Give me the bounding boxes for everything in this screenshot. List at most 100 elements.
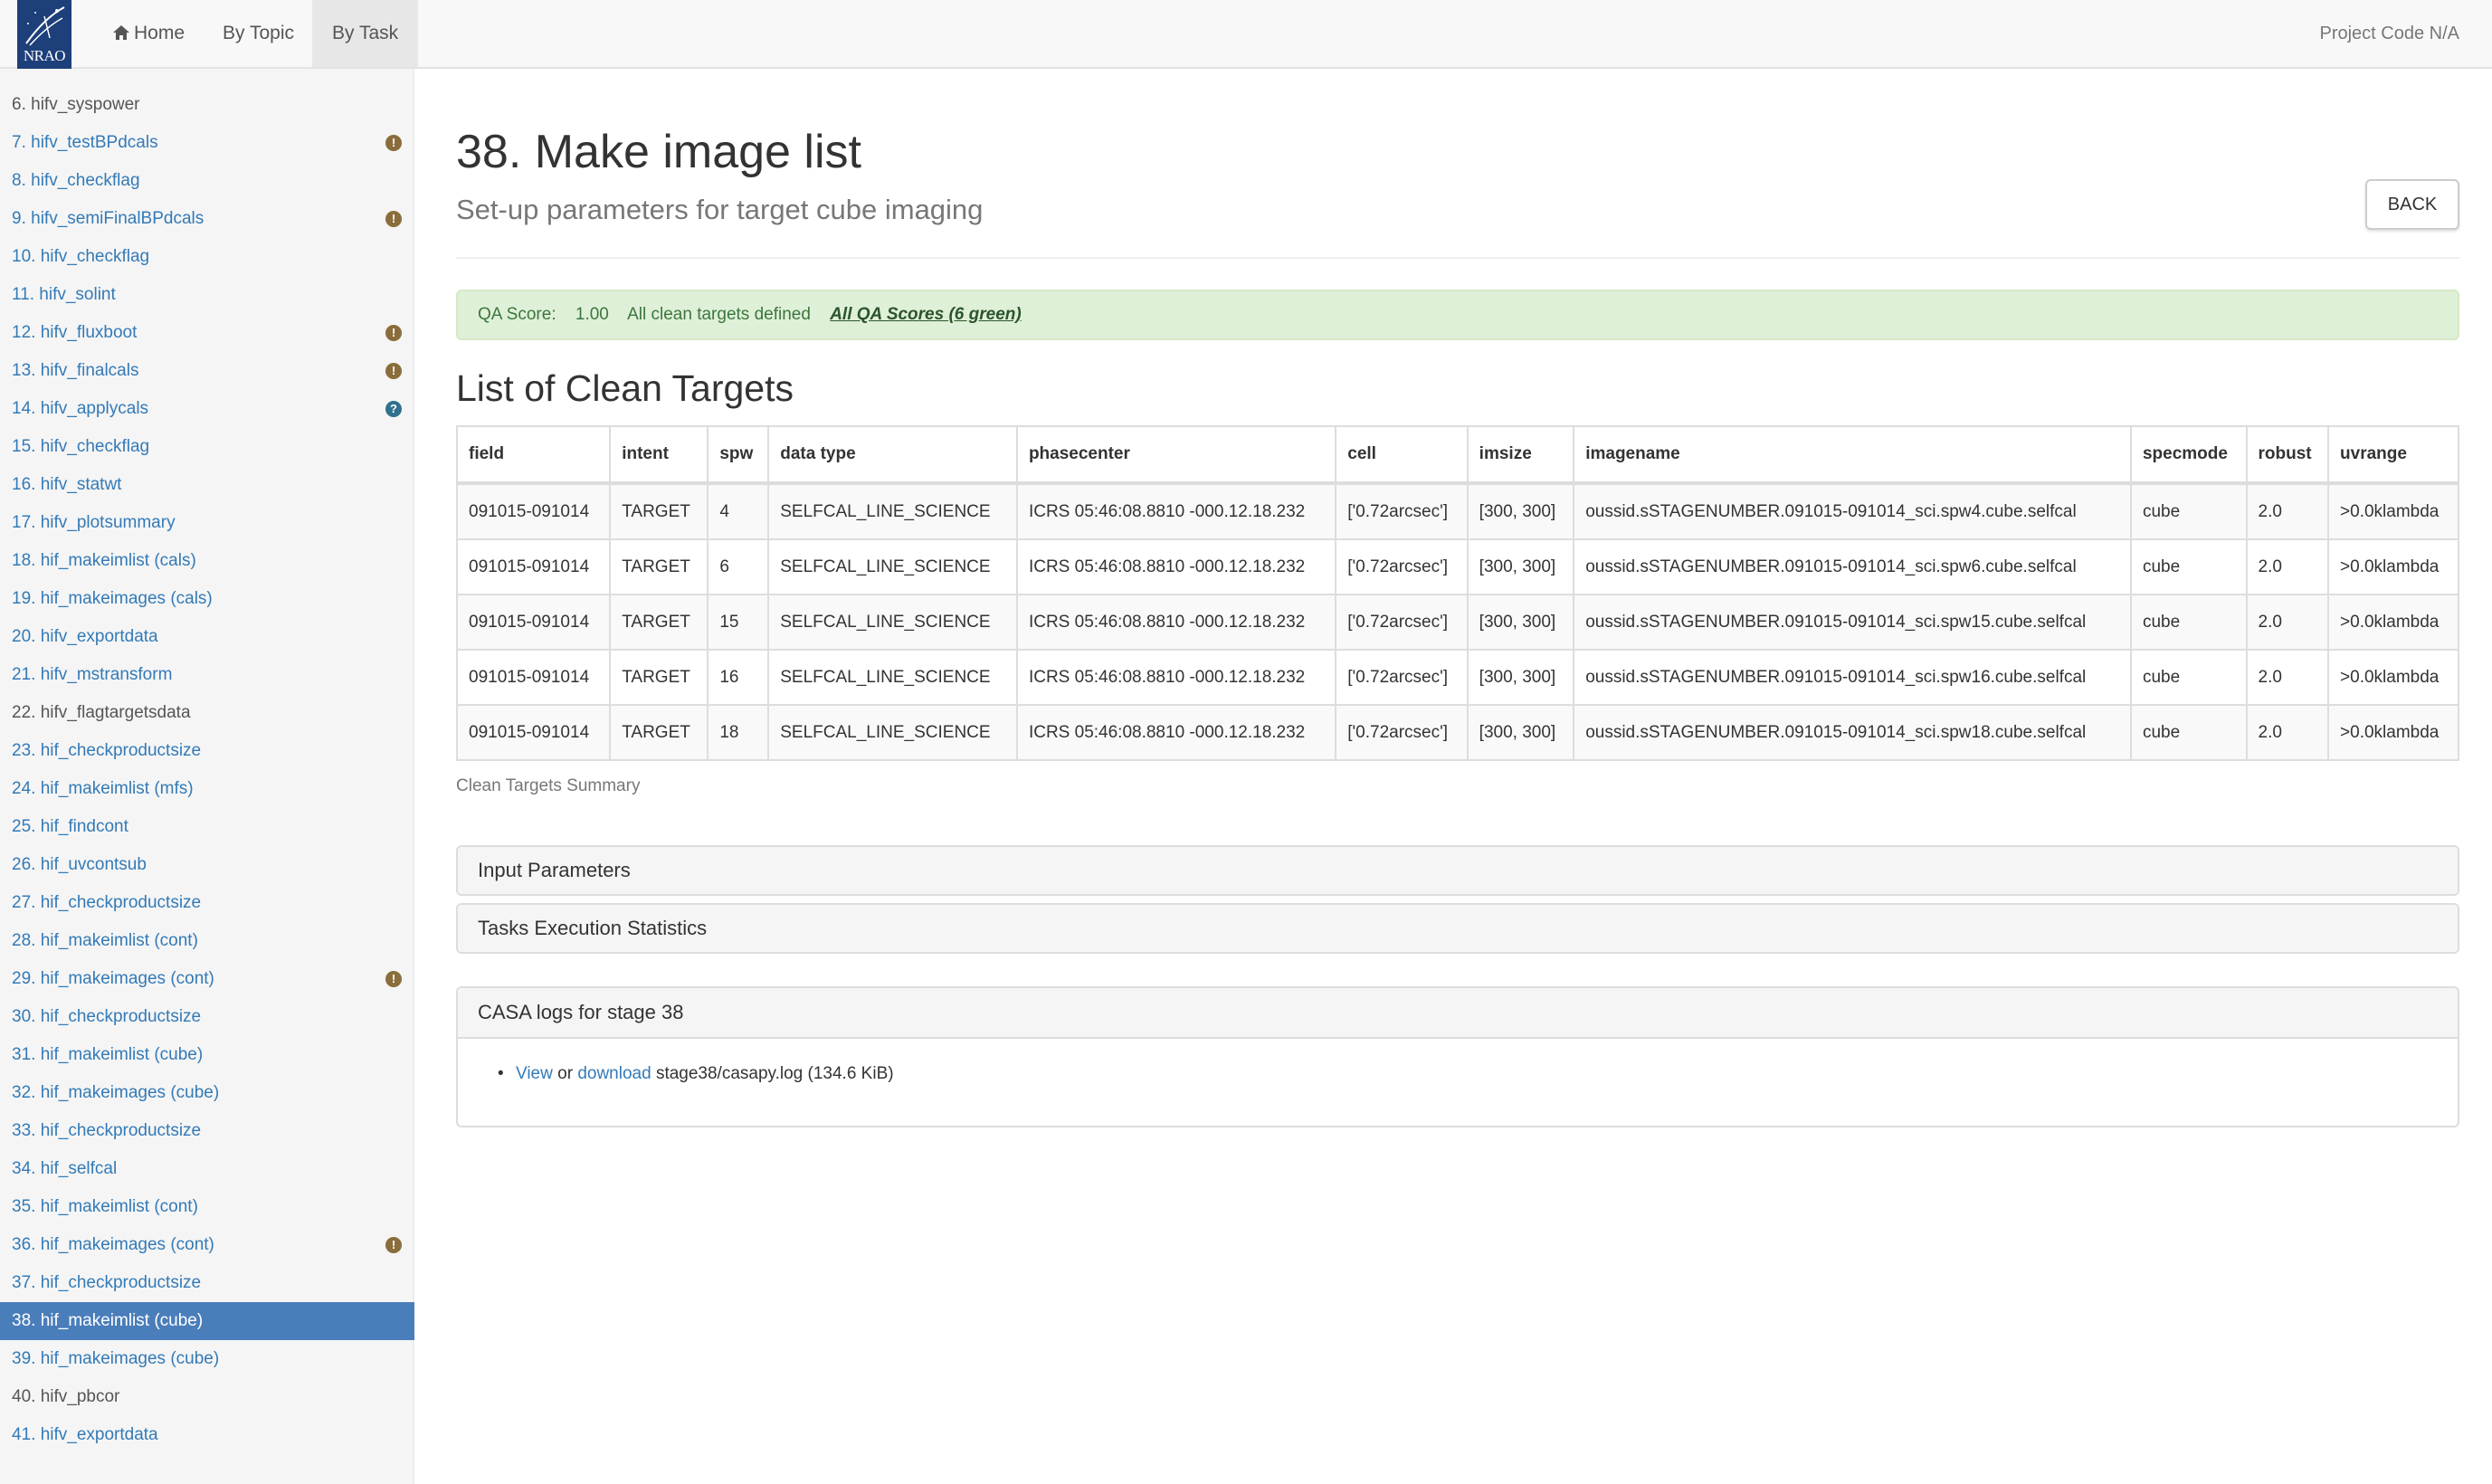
sidebar-item[interactable]: 37. hif_checkproductsize — [0, 1264, 414, 1302]
sidebar-item[interactable]: 15. hifv_checkflag — [0, 428, 414, 466]
table-cell: [300, 300] — [1466, 594, 1575, 651]
input-parameters-panel[interactable]: Input Parameters — [456, 845, 2459, 896]
sidebar-item-label: 8. hifv_checkflag — [12, 171, 140, 190]
nav-by-task[interactable]: By Task — [312, 0, 419, 67]
table-cell: oussid.sSTAGENUMBER.091015-091014_sci.sp… — [1573, 704, 2132, 761]
sidebar-item-label: 13. hifv_finalcals — [12, 361, 139, 380]
nav-by-topic[interactable]: By Topic — [203, 0, 314, 67]
sidebar-item[interactable]: 11. hifv_solint — [0, 276, 414, 314]
table-cell: >0.0klambda — [2327, 538, 2459, 595]
sidebar-item[interactable]: 23. hif_checkproductsize — [0, 732, 414, 770]
log-file-name: stage38/casapy.log (134.6 KiB) — [655, 1064, 894, 1083]
input-parameters-heading[interactable]: Input Parameters — [458, 847, 2458, 894]
nav-home[interactable]: Home — [92, 0, 204, 67]
sidebar-item-label: 24. hif_makeimlist (mfs) — [12, 779, 194, 798]
sidebar-item-label: 33. hif_checkproductsize — [12, 1121, 202, 1140]
sidebar-item[interactable]: 8. hifv_checkflag — [0, 162, 414, 200]
sidebar-item[interactable]: 33. hif_checkproductsize — [0, 1112, 414, 1150]
table-row: 091015-091014 TARGET 16 SELFCAL_LINE_SCIENC… — [455, 649, 2459, 706]
table-cell: 091015-091014 — [455, 594, 612, 651]
sidebar-item-label: 30. hif_checkproductsize — [12, 1007, 202, 1026]
sidebar-item[interactable]: 35. hif_makeimlist (cont) — [0, 1188, 414, 1226]
execution-stats-panel[interactable]: Tasks Execution Statistics — [456, 903, 2459, 954]
sidebar-item-label: 35. hif_makeimlist (cont) — [12, 1197, 198, 1216]
sidebar-item[interactable]: 30. hif_checkproductsize — [0, 998, 414, 1036]
table-cell: 091015-091014 — [455, 538, 612, 595]
sidebar-item-label: 31. hif_makeimlist (cube) — [12, 1045, 204, 1064]
sidebar-item[interactable]: 31. hif_makeimlist (cube) — [0, 1036, 414, 1074]
sidebar-item[interactable]: 13. hifv_finalcals! — [0, 352, 414, 390]
table-cell: SELFCAL_LINE_SCIENCE — [767, 482, 1018, 540]
sidebar-item[interactable]: 28. hif_makeimlist (cont) — [0, 922, 414, 960]
sidebar-item-label: 28. hif_makeimlist (cont) — [12, 931, 198, 950]
logo-text: NRAO — [23, 47, 66, 64]
stage-sidebar: 6. hifv_syspower 7. hifv_testBPdcals! 8. h… — [0, 69, 414, 1484]
table-cell: [300, 300] — [1466, 482, 1575, 540]
nrao-logo[interactable]: NRAO — [17, 0, 71, 69]
sidebar-item[interactable]: 38. hif_makeimlist (cube) — [0, 1302, 414, 1340]
sidebar-item-label: 9. hifv_semiFinalBPdcals — [12, 209, 204, 228]
table-cell: TARGET — [609, 704, 709, 761]
sidebar-item[interactable]: 24. hif_makeimlist (mfs) — [0, 770, 414, 808]
sidebar-item-label: 22. hifv_flagtargetsdata — [12, 703, 191, 722]
sidebar-item[interactable]: 6. hifv_syspower — [0, 86, 414, 124]
sidebar-item[interactable]: 16. hifv_statwt — [0, 466, 414, 504]
view-log-link[interactable]: View — [516, 1064, 553, 1083]
sidebar-item[interactable]: 32. hif_makeimages (cube) — [0, 1074, 414, 1112]
table-cell: TARGET — [609, 538, 709, 595]
sidebar-item[interactable]: 17. hifv_plotsummary — [0, 504, 414, 542]
execution-stats-heading[interactable]: Tasks Execution Statistics — [458, 905, 2458, 952]
sidebar-item[interactable]: 29. hif_makeimages (cont)! — [0, 960, 414, 998]
table-cell: [300, 300] — [1466, 649, 1575, 706]
top-navbar: NRAO Home By Topic By Task Project Code … — [0, 0, 2492, 69]
table-cell: cube — [2129, 704, 2248, 761]
table-cell: 2.0 — [2245, 594, 2330, 651]
sidebar-item[interactable]: 14. hifv_applycals? — [0, 390, 414, 428]
sidebar-item-label: 21. hifv_mstransform — [12, 665, 173, 684]
clean-targets-table: field intent spw data type phasecenter cell im… — [455, 425, 2459, 761]
sidebar-item-label: 34. hif_selfcal — [12, 1159, 118, 1178]
table-row: 091015-091014 TARGET 4 SELFCAL_LINE_SCIENCE… — [455, 482, 2459, 540]
table-caption: Clean Targets Summary — [456, 776, 641, 795]
sidebar-item[interactable]: 21. hifv_mstransform — [0, 656, 414, 694]
sidebar-item-label: 12. hifv_fluxboot — [12, 323, 138, 342]
sidebar-item-label: 41. hifv_exportdata — [12, 1425, 158, 1444]
sidebar-item[interactable]: 40. hifv_pbcor — [0, 1378, 414, 1416]
sidebar-item[interactable]: 36. hif_makeimages (cont)! — [0, 1226, 414, 1264]
table-cell: ICRS 05:46:08.8810 -000.12.18.232 — [1015, 704, 1337, 761]
sidebar-item[interactable]: 19. hif_makeimages (cals) — [0, 580, 414, 618]
sidebar-item[interactable]: 9. hifv_semiFinalBPdcals! — [0, 200, 414, 238]
table-cell: ICRS 05:46:08.8810 -000.12.18.232 — [1015, 482, 1337, 540]
sidebar-item-label: 6. hifv_syspower — [12, 95, 140, 114]
sidebar-item[interactable]: 39. hif_makeimages (cube) — [0, 1340, 414, 1378]
sidebar-item[interactable]: 12. hifv_fluxboot! — [0, 314, 414, 352]
table-header-row: field intent spw data type phasecenter cell im… — [455, 425, 2459, 485]
all-qa-scores-link[interactable]: All QA Scores (6 green) — [830, 305, 1022, 324]
sidebar-item[interactable]: 41. hifv_exportdata — [0, 1416, 414, 1454]
table-cell: TARGET — [609, 482, 709, 540]
column-header: data type — [767, 425, 1018, 485]
table-cell: ICRS 05:46:08.8810 -000.12.18.232 — [1015, 594, 1337, 651]
sidebar-item[interactable]: 22. hifv_flagtargetsdata — [0, 694, 414, 732]
table-cell: >0.0klambda — [2327, 649, 2459, 706]
column-header: field — [455, 425, 612, 485]
table-row: 091015-091014 TARGET 15 SELFCAL_LINE_SCIENC… — [455, 594, 2459, 651]
sidebar-item[interactable]: 25. hif_findcont — [0, 808, 414, 846]
download-log-link[interactable]: download — [577, 1064, 651, 1083]
sidebar-item[interactable]: 7. hifv_testBPdcals! — [0, 124, 414, 162]
sidebar-item[interactable]: 20. hifv_exportdata — [0, 618, 414, 656]
back-button[interactable]: BACK — [2365, 179, 2459, 230]
log-list-item: • View or download stage38/casapy.log (1… — [498, 1064, 894, 1084]
table-body: 091015-091014 TARGET 4 SELFCAL_LINE_SCIENCE… — [455, 482, 2459, 761]
sidebar-item[interactable]: 27. hif_checkproductsize — [0, 884, 414, 922]
sidebar-item[interactable]: 10. hifv_checkflag — [0, 238, 414, 276]
title-divider — [456, 257, 2459, 259]
table-cell: 4 — [707, 482, 770, 540]
sidebar-item[interactable]: 26. hif_uvcontsub — [0, 846, 414, 884]
sidebar-item-label: 32. hif_makeimages (cube) — [12, 1083, 220, 1102]
sidebar-item[interactable]: 34. hif_selfcal — [0, 1150, 414, 1188]
table-cell: >0.0klambda — [2327, 482, 2459, 540]
table-cell: oussid.sSTAGENUMBER.091015-091014_sci.sp… — [1573, 482, 2132, 540]
sidebar-item[interactable]: 18. hif_makeimlist (cals) — [0, 542, 414, 580]
table-cell: [300, 300] — [1466, 538, 1575, 595]
